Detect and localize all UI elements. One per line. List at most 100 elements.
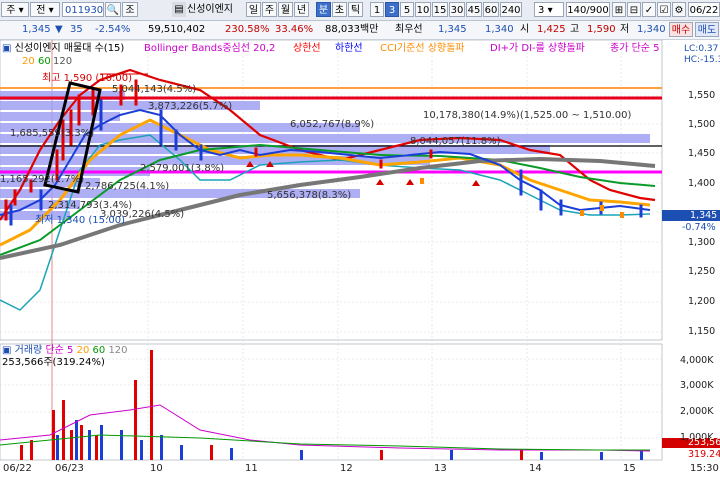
menu-label: 주 — [6, 5, 16, 16]
vp-label-2: 3,873,226(5.7%) — [148, 101, 233, 112]
stock-code-input[interactable]: 011930 — [62, 2, 104, 17]
search-icon[interactable]: 🔍 — [105, 2, 121, 17]
toolbar: 주 ▾ 전 ▾ 011930 🔍 조 ▤ 신성이엔지 일 주 월 년 분 초 틱… — [0, 0, 720, 21]
volume-ma-label: 단순 — [45, 345, 64, 356]
period-tick[interactable]: 틱 — [348, 2, 363, 17]
legend-bollinger: Bollinger Bands중심선 20,2 — [144, 43, 276, 54]
data-count-input[interactable]: 140/900 — [566, 2, 610, 17]
vp-label-4: 6,052,767(8.9%) — [290, 119, 375, 130]
chevron-down-icon: ▾ — [547, 5, 553, 16]
stock-lookup-button[interactable]: 조 — [122, 2, 138, 17]
volume-tick-3000k: 3,000K — [680, 380, 714, 391]
layout-icon[interactable]: ⊟ — [627, 2, 641, 17]
volume-legend-title: 거래량 — [14, 345, 43, 356]
low-price: 1,340 — [637, 24, 666, 35]
vp-label-1: 5,044,143(4.5%) — [112, 84, 197, 95]
settings-icon[interactable]: ⚙ — [672, 2, 686, 17]
interval-240[interactable]: 240 — [500, 2, 522, 17]
volume-ma5: 5 — [67, 345, 74, 356]
check-icon[interactable]: ✓ — [642, 2, 656, 17]
interval-select[interactable]: 3 ▾ — [534, 2, 564, 17]
buy-button[interactable]: 매수 — [669, 22, 693, 37]
interval-30[interactable]: 30 — [449, 2, 465, 17]
best-bid: 1,340 — [485, 24, 514, 35]
volume-value: 59,510,402 — [148, 24, 206, 35]
date-tick-15: 15 — [623, 463, 636, 474]
volume-ma20: 20 — [76, 345, 90, 356]
period-day[interactable]: 일 — [246, 2, 261, 17]
best-quote-label: 최우선 — [395, 24, 423, 35]
legend-di: DI+가 DI-를 상향돌파 — [490, 43, 585, 54]
date-tick-12: 12 — [340, 463, 353, 474]
vp-label-12: 1,165,292(1.7%) — [0, 174, 85, 185]
interval-1[interactable]: 1 — [370, 2, 384, 17]
price-tick-1400: 1,400 — [688, 178, 716, 189]
legend-title-text: 신성이엔지 매물대 수(15) — [14, 43, 125, 54]
period-second[interactable]: 초 — [332, 2, 347, 17]
period-month[interactable]: 월 — [278, 2, 293, 17]
grid-icon[interactable]: ⊞ — [612, 2, 626, 17]
price-tick-1550: 1,550 — [688, 90, 716, 101]
volume-ma120: 120 — [108, 345, 128, 356]
volume-current: 253,566주(319.24%) — [2, 357, 105, 368]
best-ask: 1,345 — [438, 24, 467, 35]
vp-label-6: 8,044,057(11.8%) — [410, 136, 501, 147]
current-price: 1,345 — [22, 24, 51, 35]
high-label: 고 — [570, 24, 580, 35]
interval-10[interactable]: 10 — [415, 2, 431, 17]
volume-legend: ▣ 거래량 단순 5 20 60 120 — [2, 345, 128, 356]
price-change: 35 — [70, 24, 83, 35]
interval-3[interactable]: 3 — [385, 2, 399, 17]
low-annotation: 최저 1,340 (15:00) — [35, 215, 126, 226]
vp-label-8: 2,786,725(4.1%) — [85, 181, 170, 192]
legend-title: ▣ 신성이엔지 매물대 수(15) — [2, 43, 125, 54]
time-tag: 15:30 — [690, 463, 719, 474]
period-week[interactable]: 주 — [262, 2, 277, 17]
volume-pct-tag: 319.24 — [688, 449, 720, 460]
checkbox-icon[interactable]: ☑ — [657, 2, 671, 17]
price-change-pct: -2.54% — [95, 24, 131, 35]
high-price: 1,590 — [587, 24, 616, 35]
legend-ma120: 120 — [53, 56, 73, 67]
low-label: 저 — [620, 24, 630, 35]
price-tick-1300: 1,300 — [688, 237, 716, 248]
interval-select-value: 3 — [538, 5, 545, 16]
legend-close-ma: 종가 단순 5 — [610, 43, 660, 54]
chevron-down-icon: ▾ — [48, 5, 54, 16]
turnover-pct: 230.58% — [225, 24, 270, 35]
price-tick-1450: 1,450 — [688, 148, 716, 159]
legend-ma20: 20 — [22, 56, 35, 67]
down-arrow-icon: ▼ — [55, 24, 63, 35]
interval-60[interactable]: 60 — [483, 2, 499, 17]
market-dropdown[interactable]: 전 ▾ — [30, 2, 60, 17]
menu-dropdown[interactable]: 주 ▾ — [1, 2, 29, 17]
sell-button[interactable]: 매도 — [695, 22, 719, 37]
interval-45[interactable]: 45 — [466, 2, 482, 17]
interval-15[interactable]: 15 — [432, 2, 448, 17]
vp-label-5: 10,178,380(14.9%)(1,525.00 ~ 1,510.00) — [423, 110, 632, 121]
stock-chart[interactable] — [0, 40, 720, 479]
date-input[interactable]: 06/22 — [688, 2, 720, 17]
open-label: 시 — [520, 24, 530, 35]
period-year[interactable]: 년 — [294, 2, 309, 17]
price-tick-1200: 1,200 — [688, 296, 716, 307]
quote-bar: 1,345 ▼ 35 -2.54% 59,510,402 230.58% 33.… — [0, 21, 720, 40]
legend-hc: HC:-15.37 — [684, 55, 720, 65]
legend-lower: 하한선 — [335, 43, 363, 54]
trade-amount: 88,033백만 — [325, 24, 379, 35]
date-tick-10: 10 — [150, 463, 163, 474]
open-price: 1,425 — [537, 24, 566, 35]
current-price-tag: 1,345 — [690, 210, 718, 221]
legend-ma60: 60 — [38, 56, 51, 67]
vp-label-7: 5,656,378(8.3%) — [267, 190, 352, 201]
date-tick-14: 14 — [529, 463, 542, 474]
price-tick-1150: 1,150 — [688, 326, 716, 337]
period-minute[interactable]: 분 — [316, 2, 331, 17]
chevron-down-icon: ▾ — [18, 5, 24, 16]
stock-badge-icon: ▤ — [172, 2, 186, 17]
second-pct: 33.46% — [275, 24, 314, 35]
legend-upper: 상한선 — [293, 43, 321, 54]
stock-name: 신성이엔지 — [187, 4, 233, 15]
interval-5[interactable]: 5 — [400, 2, 414, 17]
vp-label-11: 2,579,001(3.8%) — [140, 163, 225, 174]
